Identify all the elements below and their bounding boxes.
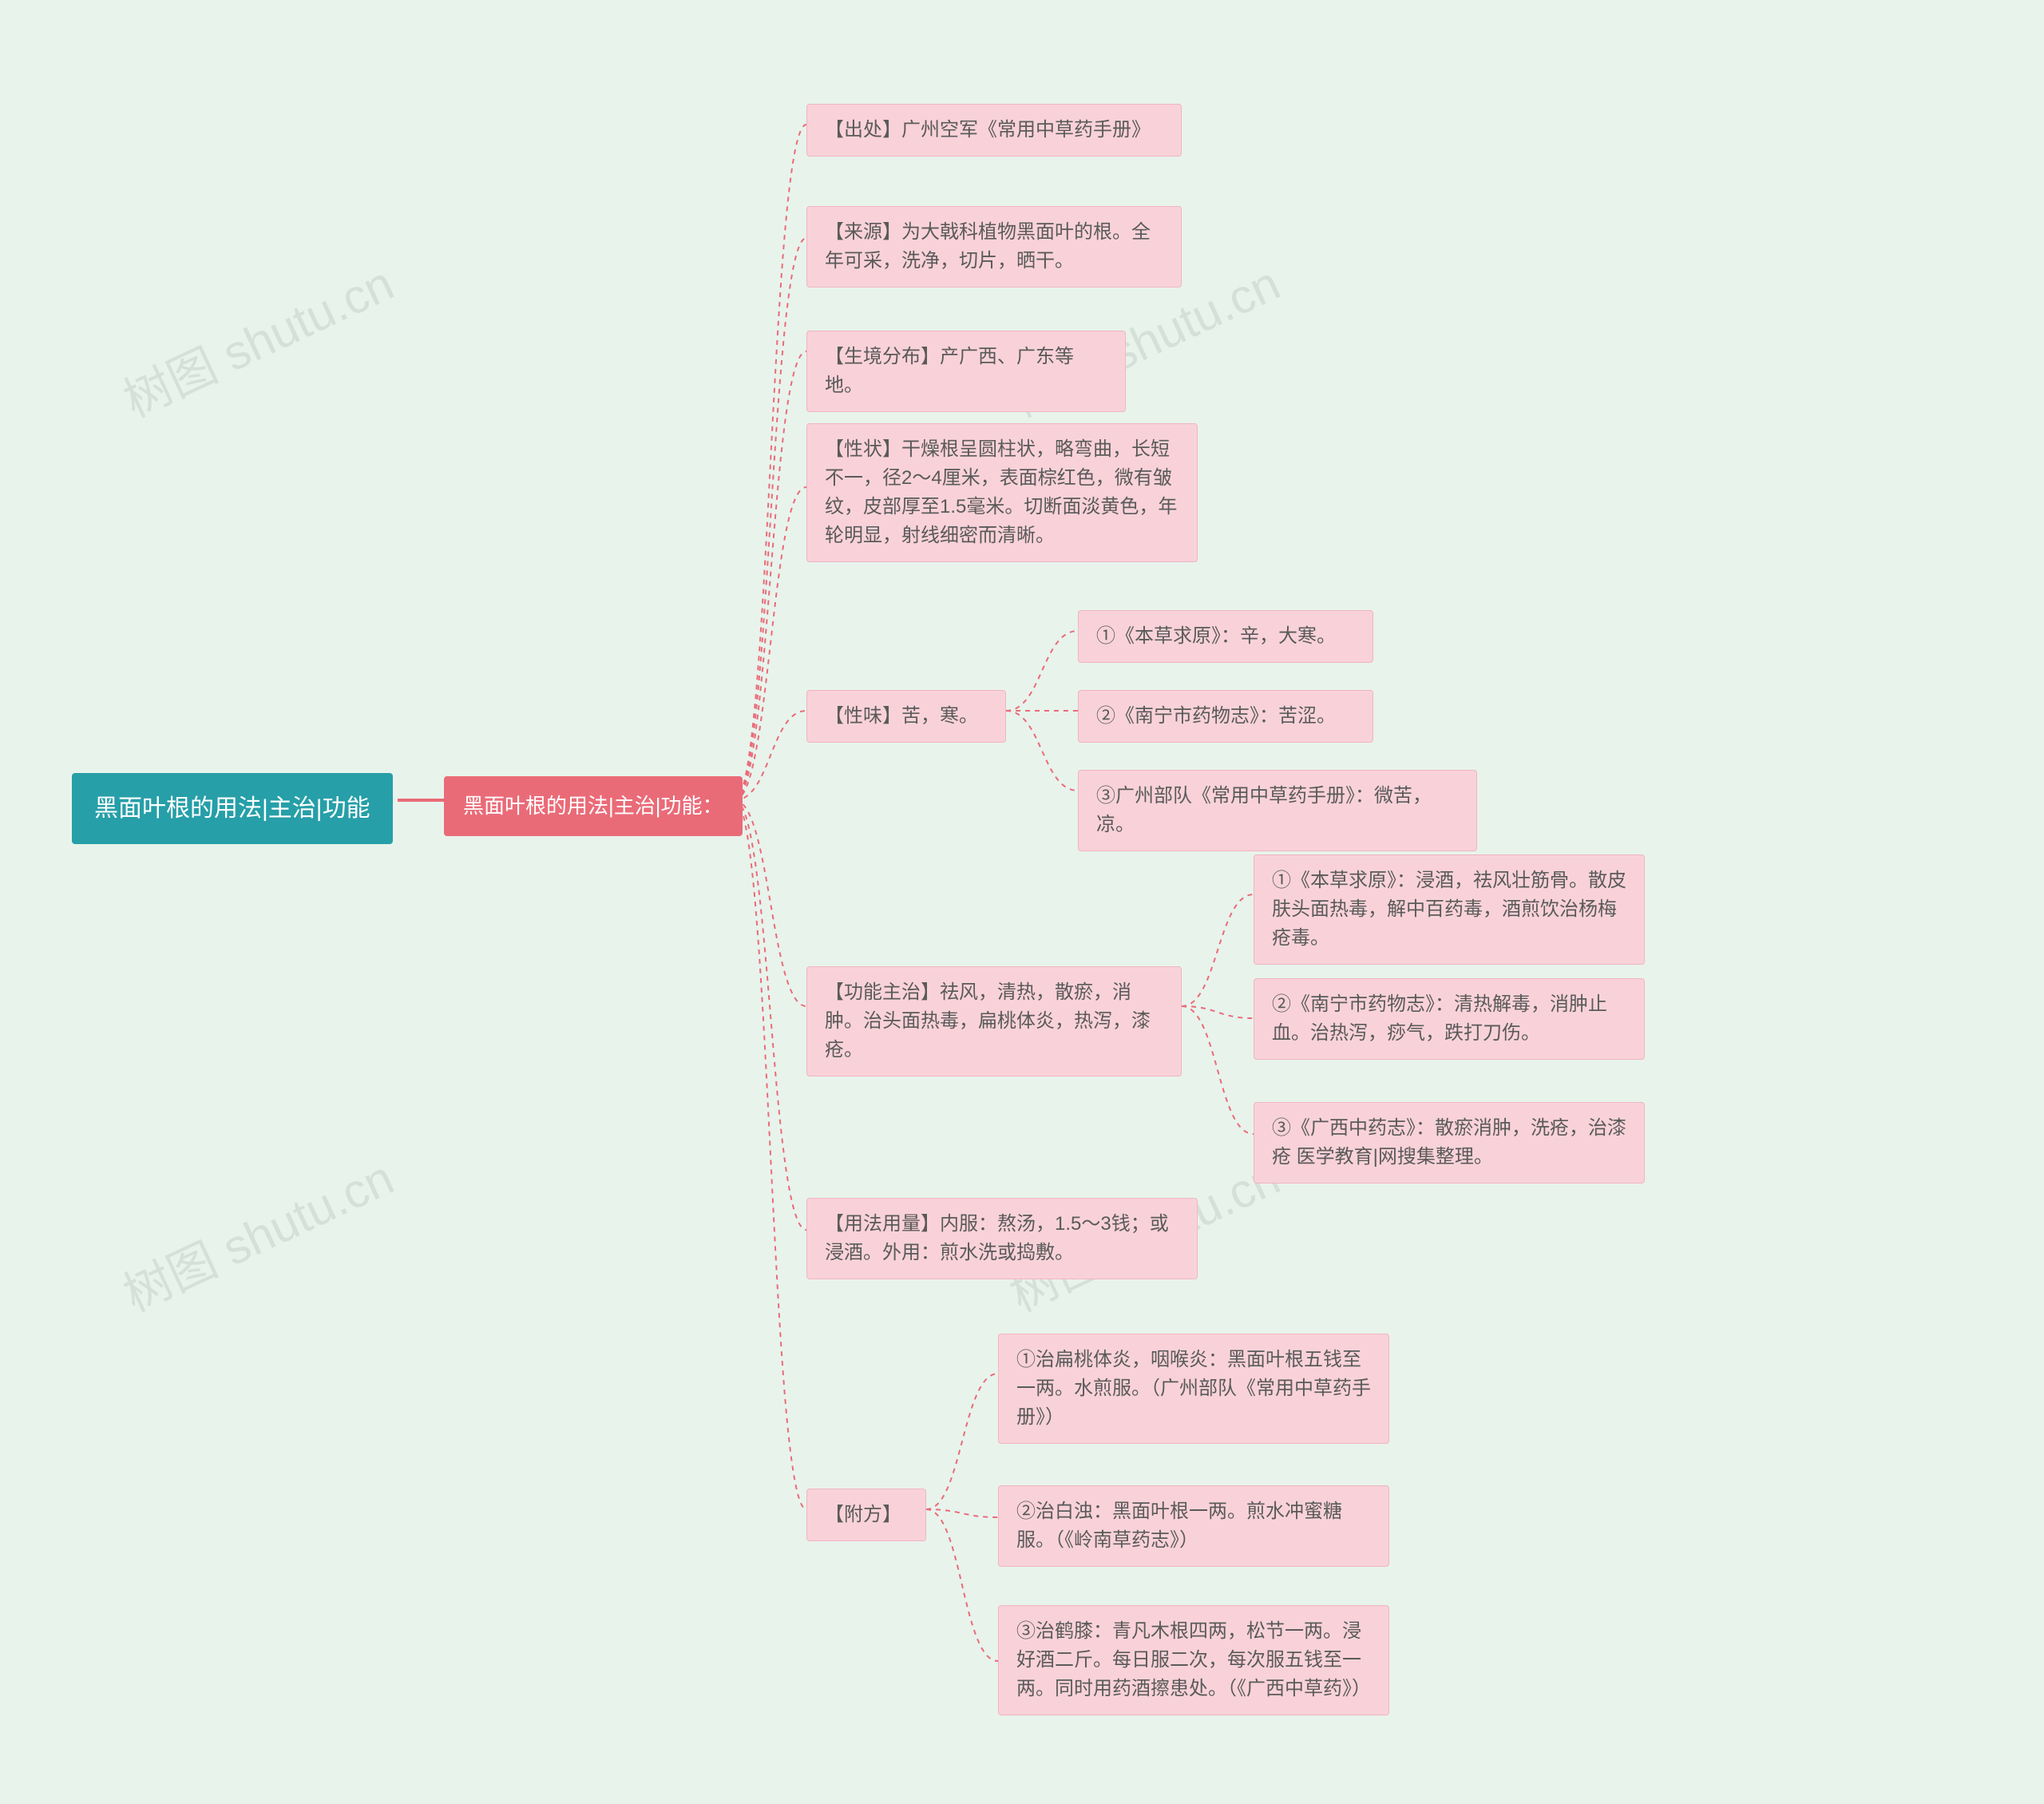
- node-taste-item-3[interactable]: ③广州部队《常用中草药手册》：微苦，凉。: [1078, 770, 1477, 851]
- node-origin[interactable]: 【来源】为大戟科植物黑面叶的根。全年可采，洗净，切片，晒干。: [806, 206, 1182, 287]
- node-function-item-2[interactable]: ②《南宁市药物志》：清热解毒，消肿止血。治热泻，痧气，跌打刀伤。: [1254, 978, 1645, 1060]
- node-function-item-3[interactable]: ③《广西中药志》：散瘀消肿，洗疮，治漆疮 医学教育|网搜集整理。: [1254, 1102, 1645, 1184]
- watermark: 树图 shutu.cn: [111, 1140, 403, 1325]
- mindmap-canvas: 树图 shutu.cn 树图 shutu.cn 树图 shutu.cn 树图 s…: [0, 0, 2044, 1804]
- node-source-ref[interactable]: 【出处】广州空军《常用中草药手册》: [806, 104, 1182, 157]
- node-function[interactable]: 【功能主治】祛风，清热，散瘀，消肿。治头面热毒，扁桃体炎，热泻，漆疮。: [806, 966, 1182, 1076]
- node-function-item-1[interactable]: ①《本草求原》：浸酒，祛风壮筋骨。散皮肤头面热毒，解中百药毒，酒煎饮治杨梅疮毒。: [1254, 854, 1645, 965]
- node-dosage[interactable]: 【用法用量】内服：熬汤，1.5～3钱；或浸酒。外用：煎水洗或捣敷。: [806, 1198, 1198, 1279]
- node-formula-item-2[interactable]: ②治白浊：黑面叶根一两。煎水冲蜜糖服。（《岭南草药志》）: [998, 1485, 1389, 1567]
- root-node[interactable]: 黑面叶根的用法|主治|功能: [72, 773, 393, 844]
- node-formula[interactable]: 【附方】: [806, 1489, 926, 1541]
- node-character[interactable]: 【性状】干燥根呈圆柱状，略弯曲，长短不一，径2～4厘米，表面棕红色，微有皱纹，皮…: [806, 423, 1198, 562]
- node-taste-item-1[interactable]: ①《本草求原》：辛，大寒。: [1078, 610, 1373, 663]
- node-formula-item-3[interactable]: ③治鹤膝：青凡木根四两，松节一两。浸好酒二斤。每日服二次，每次服五钱至一两。同时…: [998, 1605, 1389, 1715]
- node-formula-item-1[interactable]: ①治扁桃体炎，咽喉炎：黑面叶根五钱至一两。水煎服。（广州部队《常用中草药手册》）: [998, 1334, 1389, 1444]
- watermark: 树图 shutu.cn: [111, 245, 403, 430]
- node-taste-item-2[interactable]: ②《南宁市药物志》：苦涩。: [1078, 690, 1373, 743]
- node-habitat[interactable]: 【生境分布】产广西、广东等地。: [806, 331, 1126, 412]
- node-taste[interactable]: 【性味】苦，寒。: [806, 690, 1006, 743]
- sub-node[interactable]: 黑面叶根的用法|主治|功能：: [444, 776, 743, 836]
